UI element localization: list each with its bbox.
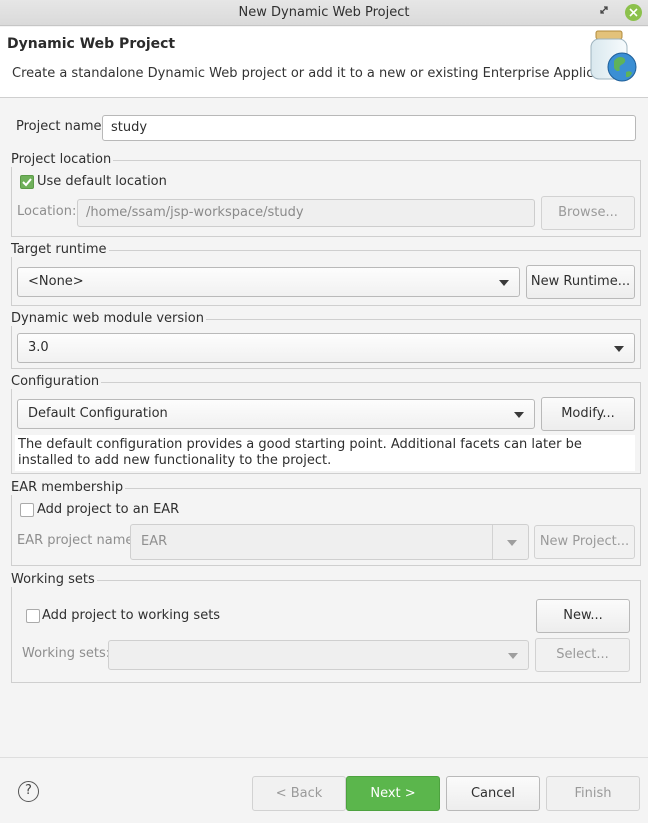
ear-membership-group-label: EAR membership	[11, 480, 126, 495]
browse-button[interactable]: Browse...	[541, 196, 635, 230]
location-label: Location:	[17, 204, 77, 219]
page-title: Dynamic Web Project	[7, 36, 176, 52]
ear-project-name-value: EAR	[141, 534, 168, 549]
module-version-group-label: Dynamic web module version	[11, 311, 206, 326]
project-name-label: Project name:	[16, 119, 106, 134]
add-to-ear-label: Add project to an EAR	[37, 502, 180, 517]
module-version-selected: 3.0	[28, 340, 49, 355]
back-button[interactable]: < Back	[252, 776, 346, 811]
use-default-location-label: Use default location	[37, 174, 167, 189]
add-to-ear-checkbox[interactable]	[20, 503, 34, 517]
configuration-group-label: Configuration	[11, 374, 102, 389]
target-runtime-select[interactable]: <None>	[17, 267, 520, 297]
restore-icon[interactable]	[595, 4, 612, 21]
page-description: Create a standalone Dynamic Web project …	[12, 66, 631, 81]
location-input[interactable]: /home/ssam/jsp-workspace/study	[77, 199, 535, 227]
target-runtime-selected: <None>	[28, 274, 84, 289]
select-working-sets-button[interactable]: Select...	[535, 638, 630, 672]
next-button[interactable]: Next >	[346, 776, 440, 811]
modify-button[interactable]: Modify...	[541, 397, 635, 431]
chevron-down-icon	[514, 412, 524, 418]
working-sets-select[interactable]	[108, 640, 529, 670]
window-title: New Dynamic Web Project	[238, 5, 410, 20]
chevron-down-icon	[614, 346, 624, 352]
close-icon[interactable]	[625, 4, 642, 21]
finish-button[interactable]: Finish	[546, 776, 640, 811]
working-sets-group-label: Working sets	[11, 572, 97, 587]
use-default-location-checkbox[interactable]	[20, 175, 34, 189]
new-ear-project-button[interactable]: New Project...	[534, 525, 635, 559]
web-project-jar-globe-icon	[583, 27, 648, 95]
window-title-bar: New Dynamic Web Project	[0, 0, 648, 26]
project-location-group-label: Project location	[11, 152, 114, 167]
module-version-select[interactable]: 3.0	[17, 333, 635, 363]
cancel-button[interactable]: Cancel	[446, 776, 540, 811]
chevron-down-icon	[499, 280, 509, 286]
ear-project-name-label: EAR project name:	[17, 533, 138, 548]
ear-project-name-select[interactable]: EAR	[130, 524, 529, 560]
help-icon[interactable]: ?	[18, 781, 39, 802]
add-to-working-sets-checkbox[interactable]	[26, 609, 40, 623]
footer-divider	[0, 757, 648, 758]
target-runtime-group-label: Target runtime	[11, 242, 109, 257]
project-name-input[interactable]: study	[102, 115, 636, 141]
working-sets-label: Working sets:	[22, 646, 111, 661]
configuration-selected: Default Configuration	[28, 406, 168, 421]
add-to-working-sets-label: Add project to working sets	[42, 608, 221, 623]
chevron-down-icon	[508, 653, 518, 659]
chevron-down-icon	[507, 540, 517, 546]
configuration-select[interactable]: Default Configuration	[17, 399, 535, 429]
new-runtime-button[interactable]: New Runtime...	[526, 265, 635, 299]
combo-divider	[492, 525, 493, 559]
new-working-set-button[interactable]: New...	[536, 599, 630, 633]
configuration-description: The default configuration provides a goo…	[15, 435, 635, 471]
